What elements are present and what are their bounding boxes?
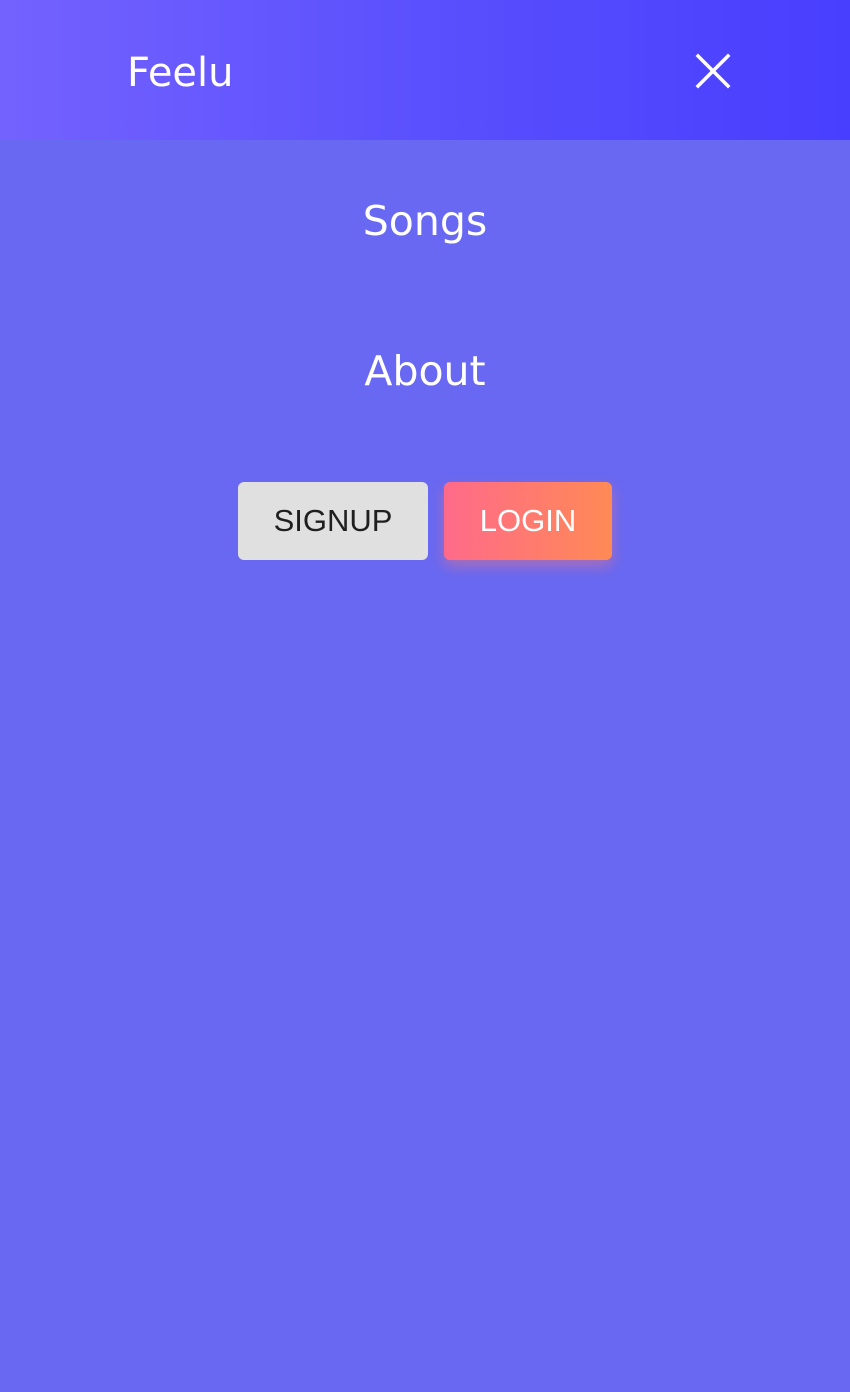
menu-item-about[interactable]: About <box>0 345 850 397</box>
close-icon <box>695 53 731 89</box>
top-navbar: Feelu <box>0 0 850 140</box>
menu-item-songs[interactable]: Songs <box>0 195 850 247</box>
login-button[interactable]: LOGIN <box>444 482 612 560</box>
brand-logo-text[interactable]: Feelu <box>127 48 234 98</box>
signup-button[interactable]: SIGNUP <box>238 482 428 560</box>
close-menu-button[interactable] <box>694 52 732 90</box>
